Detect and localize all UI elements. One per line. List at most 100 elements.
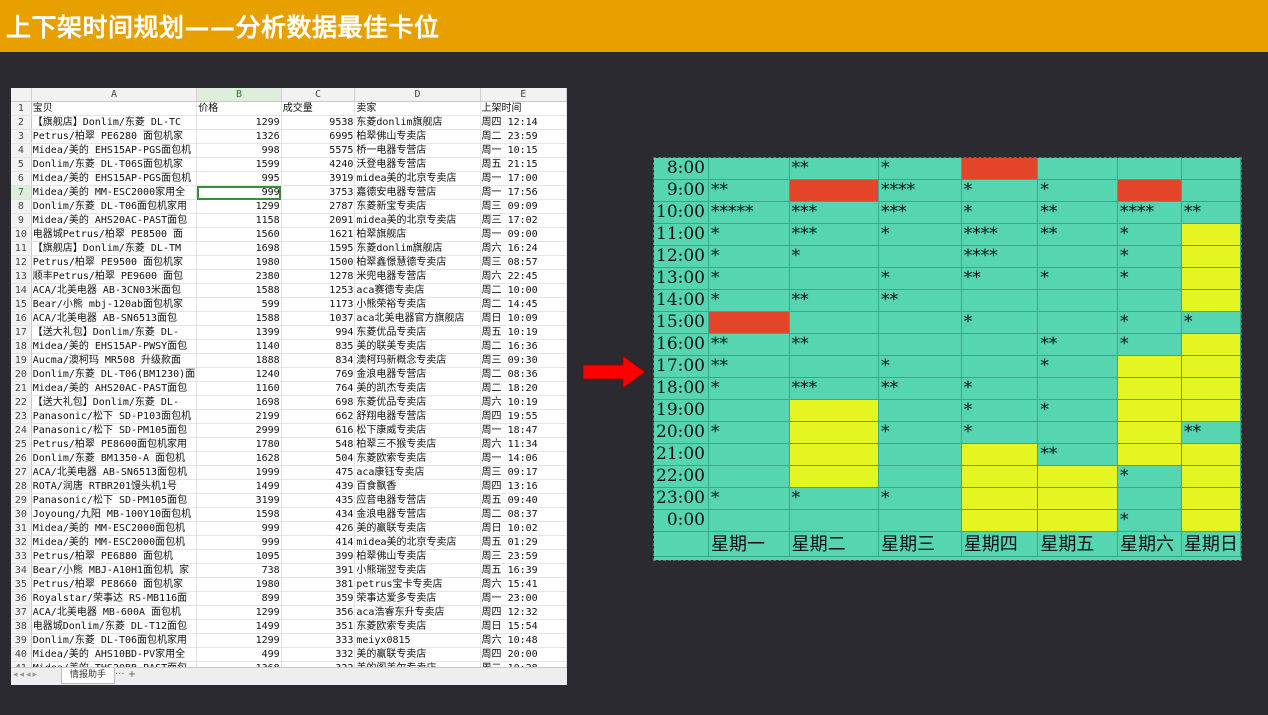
table-cell[interactable]: 998 [196,143,282,158]
table-cell[interactable]: 999 [196,521,282,536]
table-cell[interactable]: 卖家 [354,101,481,116]
table-cell[interactable]: 沃登电器专营店 [354,157,481,172]
table-cell[interactable]: 【旗舰店】Donlim/东菱 DL-TM [31,241,198,256]
table-cell[interactable]: 柏翠旗舰店 [354,227,481,242]
column-header[interactable]: B [196,88,282,102]
table-cell[interactable]: Bear/小熊 mbj-120ab面包机家 [31,297,198,312]
table-cell[interactable]: 1621 [281,227,356,242]
table-cell[interactable]: 舒翔电器专营店 [354,409,481,424]
table-cell[interactable]: 东菱donlim旗舰店 [354,115,481,130]
table-cell[interactable]: 电器城Petrus/柏翠 PE8500 面 [31,227,198,242]
row-number[interactable]: 3 [11,129,32,144]
table-cell[interactable]: 周二 18:20 [480,381,567,396]
table-cell[interactable]: 899 [196,591,282,606]
table-row[interactable]: 22 【送大礼包】Donlim/东菱 DL- 1698 698 东菱优品专卖店 周六 10… [11,395,567,410]
table-cell[interactable]: 米兜电器专营店 [354,269,481,284]
table-cell[interactable]: 周二 16:36 [480,339,567,354]
table-cell[interactable]: Midea/美的 MM-ESC2000家用全 [31,185,198,200]
table-cell[interactable]: 周一 17:56 [480,185,567,200]
table-cell[interactable]: 周三 09:30 [480,353,567,368]
table-cell[interactable]: ROTA/润唐 RTBR201馒头机1号 [31,479,198,494]
table-cell[interactable]: 松下康威专卖店 [354,423,481,438]
table-row[interactable]: 29 Panasonic/松下 SD-PM105面包 3199 435 应音电器专营店周… [11,493,567,508]
table-cell[interactable]: 1999 [196,465,282,480]
row-number[interactable]: 37 [11,605,32,620]
table-cell[interactable]: 351 [281,619,356,634]
table-cell[interactable]: 2787 [281,199,356,214]
table-cell[interactable]: Petrus/柏翠 PE6880 面包机 [31,549,198,564]
table-cell[interactable]: ACA/北美电器 AB-SN6513面包机 [31,465,198,480]
table-cell[interactable]: ACA/北美电器 AB-3CN03米面包 [31,283,198,298]
table-cell[interactable]: 769 [281,367,356,382]
table-row[interactable]: 37 ACA/北美电器 MB-600A 面包机 1299 356 aca浩睿东升专卖店周… [11,605,567,620]
table-cell[interactable]: 994 [281,325,356,340]
table-row[interactable]: 6 Midea/美的 EHS15AP-PGS面包机 995 3919 midea美的北京… [11,171,567,186]
table-cell[interactable]: 1980 [196,577,282,592]
row-number[interactable]: 5 [11,157,32,172]
row-number[interactable]: 33 [11,549,32,564]
table-cell[interactable]: 周六 22:45 [480,269,567,284]
table-cell[interactable]: 356 [281,605,356,620]
row-number[interactable]: 10 [11,227,32,242]
table-cell[interactable]: 柏翠佛山专卖店 [354,129,481,144]
table-cell[interactable]: 1499 [196,479,282,494]
table-cell[interactable]: 东菱优品专卖店 [354,325,481,340]
table-cell[interactable]: 2091 [281,213,356,228]
row-number[interactable]: 14 [11,283,32,298]
table-cell[interactable]: 应音电器专营店 [354,493,481,508]
table-cell[interactable]: 1698 [196,395,282,410]
table-cell[interactable]: 金浪电器专营店 [354,507,481,522]
table-cell[interactable]: 周二 08:37 [480,507,567,522]
row-number[interactable]: 40 [11,647,32,662]
table-cell[interactable]: 周六 10:48 [480,633,567,648]
table-cell[interactable]: Donlim/东菱 DL-T06面包机家用 [31,199,198,214]
table-cell[interactable]: 414 [281,535,356,550]
table-cell[interactable]: 顺丰Petrus/柏翠 PE9600 面包 [31,269,198,284]
table-cell[interactable]: 5575 [281,143,356,158]
table-cell[interactable]: 周一 09:00 [480,227,567,242]
table-cell[interactable]: Midea/美的 EHS15AP-PGS面包机 [31,171,198,186]
table-cell[interactable]: 百食飘香 [354,479,481,494]
table-cell[interactable]: 1888 [196,353,282,368]
table-cell[interactable]: 美的联美专卖店 [354,339,481,354]
table-cell[interactable]: Aucma/澳柯玛 MR508 升级款面 [31,353,198,368]
table-cell[interactable]: 1595 [281,241,356,256]
column-header[interactable]: A [31,88,198,102]
table-cell[interactable]: 999 [196,185,282,200]
table-cell[interactable]: 1158 [196,213,282,228]
table-cell[interactable]: 周日 10:02 [480,521,567,536]
row-number[interactable]: 4 [11,143,32,158]
table-cell[interactable]: 1326 [196,129,282,144]
table-cell[interactable]: 周二 10:00 [480,283,567,298]
row-number[interactable]: 35 [11,577,32,592]
row-number[interactable]: 32 [11,535,32,550]
table-cell[interactable]: Panasonic/松下 SD-PM105面包 [31,423,198,438]
table-cell[interactable]: 【送大礼包】Donlim/东菱 DL- [31,395,198,410]
row-number[interactable]: 28 [11,479,32,494]
sheet-corner[interactable] [11,88,32,102]
table-cell[interactable]: 1588 [196,311,282,326]
table-cell[interactable]: 【送大礼包】Donlim/东菱 DL- [31,325,198,340]
table-cell[interactable]: 333 [281,633,356,648]
table-cell[interactable]: 电器城Donlim/东菱 DL-T12面包 [31,619,198,634]
table-row[interactable]: 11 【旗舰店】Donlim/东菱 DL-TM 1698 1595 东菱donlim旗舰… [11,241,567,256]
table-cell[interactable]: 1278 [281,269,356,284]
table-cell[interactable]: 499 [196,647,282,662]
row-number[interactable]: 6 [11,171,32,186]
row-number[interactable]: 26 [11,451,32,466]
table-cell[interactable]: 662 [281,409,356,424]
row-number[interactable]: 19 [11,353,32,368]
table-row[interactable]: 21 Midea/美的 AHS20AC-PAST面包 1160 764 美的凯杰专卖店周… [11,381,567,396]
row-number[interactable]: 25 [11,437,32,452]
table-cell[interactable]: 柏翠三不猴专卖店 [354,437,481,452]
table-row[interactable]: 1 宝贝 价格 成交量 卖家 上架时间 [11,101,567,116]
table-cell[interactable]: 1253 [281,283,356,298]
row-number[interactable]: 11 [11,241,32,256]
row-number[interactable]: 12 [11,255,32,270]
table-cell[interactable]: 475 [281,465,356,480]
row-number[interactable]: 16 [11,311,32,326]
table-cell[interactable]: 1588 [196,283,282,298]
table-row[interactable]: 38 电器城Donlim/东菱 DL-T12面包 1499 351 东菱欧索专卖店 周日 … [11,619,567,634]
table-cell[interactable]: 周四 13:16 [480,479,567,494]
table-row[interactable]: 32 Midea/美的 MM-ESC2000面包机 999 414 midea美的北京专… [11,535,567,550]
